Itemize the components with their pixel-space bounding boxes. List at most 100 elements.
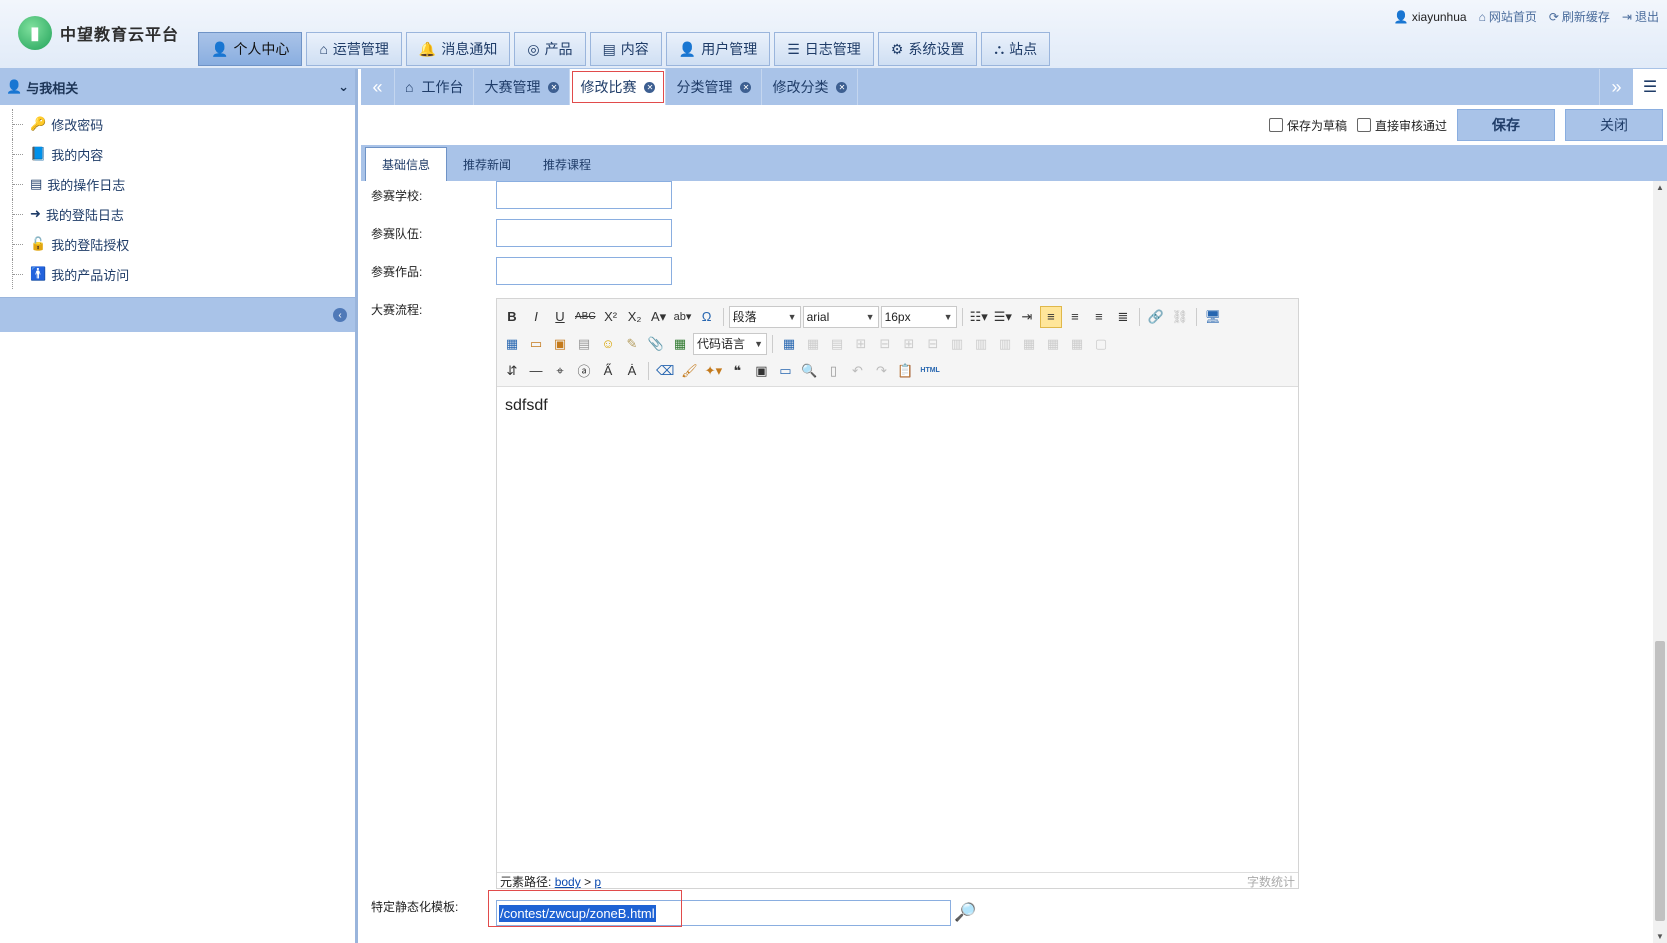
- chevron-down-icon[interactable]: ⌄: [338, 79, 349, 95]
- line-height-icon[interactable]: ⇵: [501, 360, 523, 382]
- scrawl-icon[interactable]: ✎: [621, 333, 643, 355]
- auto-format-icon[interactable]: ✦▾: [702, 360, 724, 382]
- font-family-select[interactable]: arial ▼: [802, 305, 879, 328]
- format-brush-icon[interactable]: 🖌: [678, 360, 700, 382]
- paste-icon[interactable]: 📋: [894, 360, 916, 382]
- tab-basic-info[interactable]: 基础信息: [365, 147, 448, 181]
- link-icon[interactable]: 🔗: [1145, 306, 1167, 328]
- editor-content[interactable]: sdfsdf: [497, 387, 1298, 872]
- new-document-icon[interactable]: ▯: [822, 360, 844, 382]
- sidebar-item-product-access[interactable]: 🚹 我的产品访问: [12, 259, 355, 289]
- path-p-link[interactable]: p: [594, 875, 601, 889]
- checkbox-box[interactable]: [1356, 118, 1371, 132]
- align-center-icon[interactable]: ≡: [1064, 306, 1086, 328]
- align-right-icon[interactable]: ≡: [1088, 306, 1110, 328]
- redo-icon[interactable]: ↷: [870, 360, 892, 382]
- close-icon[interactable]: ✕: [644, 81, 656, 93]
- paragraph-select[interactable]: 段落 ▼: [728, 305, 801, 328]
- sidebar-item-login-log[interactable]: ➜ 我的登陆日志: [12, 199, 355, 229]
- insert-table-icon[interactable]: ▦: [778, 333, 800, 355]
- work-input[interactable]: [496, 257, 672, 285]
- unordered-list-icon[interactable]: ☰▾: [992, 306, 1014, 328]
- close-button[interactable]: 关闭: [1565, 109, 1663, 141]
- horizontal-rule-icon[interactable]: —: [525, 360, 547, 382]
- image-icon[interactable]: ▭: [525, 333, 547, 355]
- checkbox-box[interactable]: [1268, 118, 1283, 132]
- tabs-menu-icon[interactable]: ☰: [1633, 69, 1667, 105]
- preview-icon[interactable]: 🖥: [1202, 306, 1224, 328]
- superscript-icon[interactable]: X²: [600, 306, 622, 328]
- insert-row-icon[interactable]: ⊞: [850, 333, 872, 355]
- merge-cells-icon[interactable]: ▥: [946, 333, 968, 355]
- scrollbar-thumb[interactable]: [1655, 641, 1665, 921]
- html-source-button[interactable]: HTML: [918, 360, 941, 382]
- sidebar-item-login-auth[interactable]: 🔓 我的登陆授权: [12, 229, 355, 259]
- nav-sites[interactable]: ⛬ 站点: [981, 32, 1051, 66]
- tab-edit-category[interactable]: 修改分类 ✕: [762, 69, 859, 105]
- search-icon[interactable]: 🔎: [954, 902, 976, 923]
- blockquote-icon[interactable]: ❝: [726, 360, 748, 382]
- tabs-scroll-right-icon[interactable]: »: [1599, 69, 1633, 105]
- path-body-link[interactable]: body: [555, 875, 581, 889]
- scroll-up-icon[interactable]: ▲: [1656, 183, 1664, 192]
- tab-recommended-courses[interactable]: 推荐课程: [527, 147, 607, 181]
- search-replace-icon[interactable]: ⌖: [549, 360, 571, 382]
- collapse-sidebar-icon[interactable]: ‹: [333, 308, 347, 322]
- select-all-icon[interactable]: ▭: [774, 360, 796, 382]
- insert-paragraph-before-table-icon[interactable]: ▤: [826, 333, 848, 355]
- font-increase-icon[interactable]: A̋: [597, 360, 619, 382]
- special-char-icon[interactable]: Ω: [696, 306, 718, 328]
- delete-table-icon[interactable]: ▦: [802, 333, 824, 355]
- font-color-icon[interactable]: A▾: [648, 306, 670, 328]
- ordered-list-icon[interactable]: ☷▾: [968, 306, 990, 328]
- save-button[interactable]: 保存: [1457, 109, 1555, 141]
- nav-notifications[interactable]: 🔔 消息通知: [405, 32, 511, 66]
- save-as-draft-checkbox[interactable]: 保存为草稿: [1268, 117, 1347, 134]
- merge-right-icon[interactable]: ▥: [970, 333, 992, 355]
- nav-settings[interactable]: ⚙ 系统设置: [877, 32, 978, 66]
- chart-icon[interactable]: ▢: [1090, 333, 1112, 355]
- sidebar-item-my-content[interactable]: 📘 我的内容: [12, 139, 355, 169]
- tab-category-management[interactable]: 分类管理 ✕: [666, 69, 763, 105]
- merge-down-icon[interactable]: ▥: [994, 333, 1016, 355]
- tab-edit-contest[interactable]: 修改比赛 ✕: [570, 69, 667, 105]
- undo-icon[interactable]: ↶: [846, 360, 868, 382]
- delete-col-icon[interactable]: ⊟: [922, 333, 944, 355]
- attachment-icon[interactable]: 📎: [645, 333, 667, 355]
- direct-approve-checkbox[interactable]: 直接审核通过: [1356, 117, 1447, 134]
- template-icon[interactable]: ▤: [573, 333, 595, 355]
- tabs-scroll-left-icon[interactable]: «: [361, 69, 395, 105]
- nav-logs[interactable]: ☰ 日志管理: [774, 32, 874, 66]
- school-input[interactable]: [496, 181, 672, 209]
- close-icon[interactable]: ✕: [740, 81, 752, 93]
- multi-image-icon[interactable]: ▣: [549, 333, 571, 355]
- site-home-link[interactable]: ⌂ 网站首页: [1479, 8, 1537, 25]
- bold-icon[interactable]: B: [501, 306, 523, 328]
- align-justify-icon[interactable]: ≣: [1112, 306, 1134, 328]
- highlight-icon[interactable]: ab▾: [672, 306, 694, 328]
- nav-personal-center[interactable]: 👤 个人中心: [198, 32, 303, 66]
- video-icon[interactable]: ▦: [501, 333, 523, 355]
- sidebar-item-change-password[interactable]: 🔑 修改密码: [12, 109, 355, 139]
- map-icon[interactable]: ▦: [669, 333, 691, 355]
- close-icon[interactable]: ✕: [836, 81, 848, 93]
- split-cells-icon[interactable]: ▦: [1018, 333, 1040, 355]
- sidebar-header[interactable]: 👤 与我相关 ⌄: [0, 69, 355, 105]
- scroll-down-icon[interactable]: ▼: [1656, 932, 1664, 941]
- nav-content[interactable]: ▤ 内容: [589, 32, 662, 66]
- team-input[interactable]: [496, 219, 672, 247]
- split-cols-icon[interactable]: ▦: [1066, 333, 1088, 355]
- insert-col-icon[interactable]: ⊞: [898, 333, 920, 355]
- nav-products[interactable]: ◎ 产品: [514, 32, 586, 66]
- touppercase-icon[interactable]: ⓐ: [573, 360, 595, 382]
- unlink-icon[interactable]: ⛓: [1169, 306, 1191, 328]
- tab-contest-management[interactable]: 大赛管理 ✕: [474, 69, 571, 105]
- emotion-icon[interactable]: ☺: [597, 333, 619, 355]
- tab-recommended-news[interactable]: 推荐新闻: [447, 147, 527, 181]
- align-left-icon[interactable]: ≡: [1039, 305, 1062, 328]
- split-rows-icon[interactable]: ▦: [1042, 333, 1064, 355]
- brand-logo[interactable]: ▮ 中望教育云平台: [18, 16, 179, 50]
- font-size-select[interactable]: 16px ▼: [880, 305, 957, 328]
- underline-icon[interactable]: U: [549, 306, 571, 328]
- eraser-icon[interactable]: ⌫: [654, 360, 676, 382]
